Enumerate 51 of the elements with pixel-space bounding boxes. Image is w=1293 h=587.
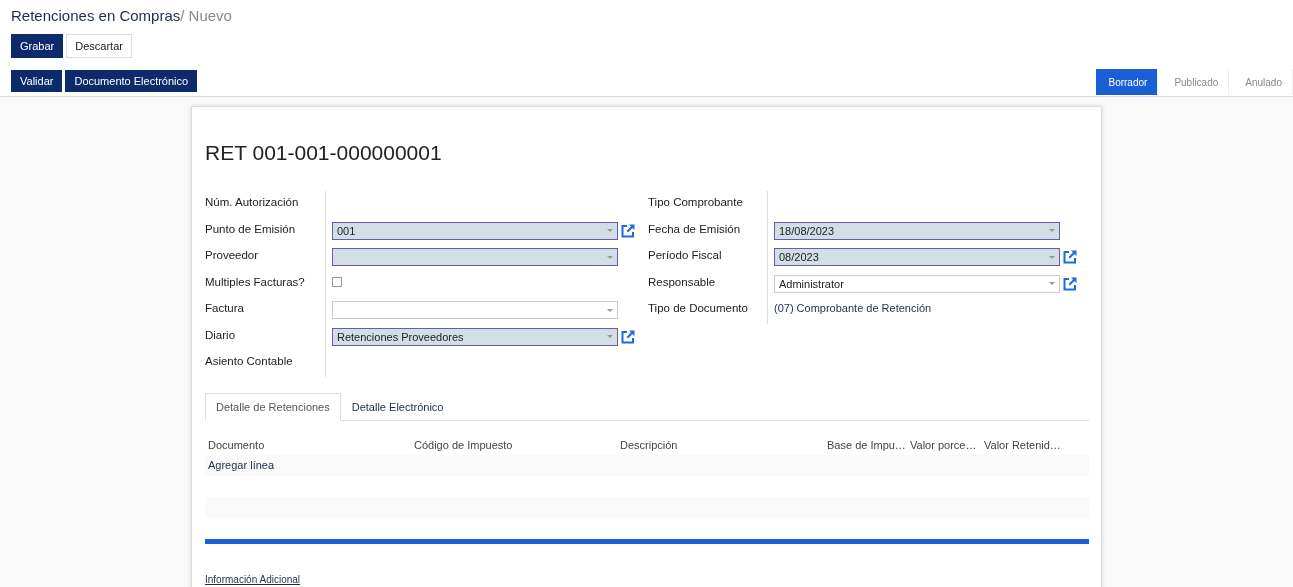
select-field[interactable]: 001 [332, 221, 618, 240]
breadcrumb-link[interactable]: Retenciones en Compras [11, 7, 181, 24]
add-line-link[interactable]: Agregar línea [208, 459, 275, 471]
field-label: Proveedor [205, 248, 260, 264]
field-label: Asiento Contable [205, 354, 294, 370]
column-header[interactable]: Base de Impu… [824, 434, 907, 455]
external-link-icon[interactable] [1062, 275, 1078, 292]
select-field[interactable]: 18/08/2023 [774, 221, 1060, 240]
status-stage[interactable]: Anulado [1229, 69, 1293, 95]
form-button[interactable]: Grabar [11, 34, 64, 58]
breadcrumb-current: / Nuevo [180, 7, 232, 24]
field-label: Tipo de Documento [648, 301, 749, 317]
form-button[interactable]: Descartar [66, 34, 132, 58]
column-header[interactable]: Descripción [617, 434, 824, 455]
field-label: Responsable [648, 274, 717, 290]
field-label: Fecha de Emisión [648, 221, 742, 237]
column-header[interactable]: Documento [205, 434, 411, 455]
field-label: Multiples Facturas? [205, 274, 306, 290]
status-stage[interactable]: Publicado [1158, 69, 1230, 95]
column-header[interactable]: Valor porce… [907, 434, 981, 455]
additional-info-link[interactable]: Información Adicional [205, 573, 301, 585]
caret-icon [607, 308, 613, 312]
caret-icon [607, 229, 613, 233]
checkbox[interactable] [332, 276, 342, 287]
tab[interactable]: Detalle de Retenciones [205, 392, 341, 421]
record-title: RET 001-001-000000001 [205, 140, 443, 166]
select-field[interactable]: 08/2023 [774, 248, 1060, 267]
select-field[interactable] [332, 248, 618, 267]
caret-icon [1049, 229, 1055, 233]
field-label: Diario [205, 327, 237, 343]
external-link-icon[interactable] [620, 328, 636, 345]
caret-icon [607, 255, 613, 259]
caret-icon [1049, 282, 1055, 286]
select-field[interactable]: Administrator [774, 274, 1060, 293]
field-value: (07) Comprobante de Retención [774, 302, 932, 315]
field-label: Núm. Autorización [205, 195, 300, 211]
field-label: Punto de Emisión [205, 221, 297, 237]
field-label: Factura [205, 301, 245, 317]
tab[interactable]: Detalle Electrónico [340, 392, 455, 421]
column-header[interactable]: Código de Impuesto [411, 434, 617, 455]
action-button[interactable]: Validar [11, 70, 63, 92]
select-field[interactable]: Retenciones Proveedores [332, 327, 618, 346]
column-header[interactable]: Valor Retenid… [981, 434, 1089, 455]
external-link-icon[interactable] [1062, 249, 1078, 266]
caret-icon [1049, 255, 1055, 259]
action-button[interactable]: Documento Electrónico [65, 70, 198, 92]
caret-icon [607, 335, 613, 339]
field-label: Período Fiscal [648, 248, 723, 264]
external-link-icon[interactable] [620, 222, 636, 239]
status-stage[interactable]: Borrador [1096, 69, 1159, 95]
field-label: Tipo Comprobante [648, 195, 744, 211]
